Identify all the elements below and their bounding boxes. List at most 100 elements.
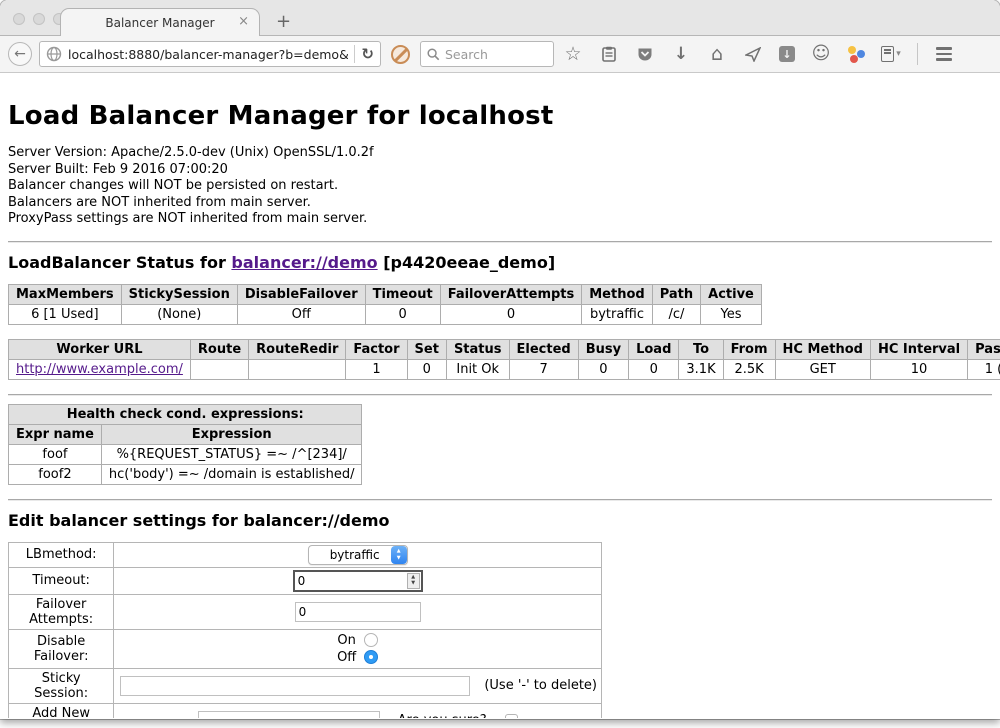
lbmethod-select[interactable]: bytraffic ▲▼ — [308, 545, 408, 565]
browser-window: Balancer Manager × + ← localhost:8880/ba… — [0, 0, 1000, 719]
sticky-session-row: Sticky Session: (Use '-' to delete) — [9, 668, 602, 703]
table-row: foof %{REQUEST_STATUS} =~ /^[234]/ — [9, 444, 362, 464]
col-load: Load — [629, 339, 679, 359]
tab-balancer-manager[interactable]: Balancer Manager × — [60, 8, 260, 36]
extension-dots-icon[interactable] — [847, 45, 865, 63]
tab-close-icon[interactable]: × — [238, 14, 249, 29]
timeout-label: Timeout: — [9, 567, 114, 594]
worker-row: http://www.example.com/ 1 0 Init Ok 7 0 … — [9, 359, 1000, 379]
col-route: Route — [190, 339, 248, 359]
table-row: foof2 hc('body') =~ /domain is establish… — [9, 464, 362, 484]
col-busy: Busy — [578, 339, 628, 359]
worker-table: Worker URL Route RouteRedir Factor Set S… — [8, 339, 1000, 380]
reload-icon[interactable]: ↻ — [361, 45, 376, 63]
downloads-icon[interactable]: ↓ — [671, 44, 691, 64]
disable-failover-label: Disable Failover: — [9, 629, 114, 668]
col-from: From — [723, 339, 775, 359]
minimize-window-button[interactable] — [33, 13, 45, 25]
persist-note-line: Balancer changes will NOT be persisted o… — [8, 178, 992, 195]
timeout-input-wrap: ▲▼ — [293, 570, 423, 592]
loadbalancer-status-heading: LoadBalancer Status for balancer://demo … — [8, 253, 992, 272]
health-check-table: Health check cond. expressions: Expr nam… — [8, 404, 362, 485]
col-stickysession: StickySession — [121, 284, 237, 304]
divider — [8, 499, 992, 501]
col-path: Path — [652, 284, 700, 304]
col-failoverattempts: FailoverAttempts — [440, 284, 582, 304]
server-version-line: Server Version: Apache/2.5.0-dev (Unix) … — [8, 145, 992, 162]
disable-failover-row: Disable Failover: On Off — [9, 629, 602, 668]
col-routeredir: RouteRedir — [249, 339, 346, 359]
col-disablefailover: DisableFailover — [237, 284, 365, 304]
save-to-device-icon[interactable]: ↓ — [779, 46, 795, 62]
col-worker-url: Worker URL — [9, 339, 191, 359]
are-you-sure-label: Are you sure? — [398, 713, 487, 718]
col-hc-interval: HC Interval — [870, 339, 967, 359]
new-tab-button[interactable]: + — [276, 13, 291, 31]
failover-attempts-input[interactable] — [295, 602, 421, 622]
server-info: Server Version: Apache/2.5.0-dev (Unix) … — [8, 145, 992, 228]
send-tab-icon[interactable] — [743, 44, 763, 64]
table-subheader-row: Expr name Expression — [9, 424, 362, 444]
server-built-line: Server Built: Feb 9 2016 07:00:20 — [8, 162, 992, 179]
containers-icon[interactable]: ▾ — [881, 44, 901, 64]
add-worker-input[interactable] — [198, 711, 380, 719]
on-radio[interactable] — [364, 633, 378, 647]
browser-tab-bar: Balancer Manager × + — [0, 0, 1000, 36]
worker-url-link[interactable]: http://www.example.com/ — [16, 362, 183, 377]
window-controls[interactable] — [13, 13, 65, 25]
proxypass-note-line: ProxyPass settings are NOT inherited fro… — [8, 211, 992, 228]
url-bar[interactable]: localhost:8880/balancer-manager?b=demo&n… — [39, 41, 381, 67]
inherit-note-line: Balancers are NOT inherited from main se… — [8, 195, 992, 212]
timeout-input[interactable] — [298, 574, 407, 588]
search-bar[interactable] — [420, 41, 554, 67]
col-active: Active — [701, 284, 762, 304]
balancer-settings-form: LBmethod: bytraffic ▲▼ Timeout: ▲▼ — [8, 542, 602, 719]
search-icon — [427, 48, 440, 61]
lbmethod-row: LBmethod: bytraffic ▲▼ — [9, 542, 602, 567]
toolbar-icons: ☆ ↓ ⌂ ↓ ☺ ▾ — [561, 43, 992, 65]
table-header-row: MaxMembers StickySession DisableFailover… — [9, 284, 762, 304]
feedback-smiley-icon[interactable]: ☺ — [811, 44, 831, 64]
on-radio-label: On — [337, 632, 355, 649]
close-window-button[interactable] — [13, 13, 25, 25]
page-title: Load Balancer Manager for localhost — [8, 101, 992, 131]
balancer-demo-link[interactable]: balancer://demo — [231, 253, 377, 272]
reading-list-icon[interactable] — [599, 44, 619, 64]
are-you-sure-checkbox[interactable] — [505, 714, 518, 718]
col-elected: Elected — [509, 339, 578, 359]
number-stepper-icon[interactable]: ▲▼ — [407, 573, 420, 589]
tab-title: Balancer Manager — [105, 16, 214, 30]
col-set: Set — [407, 339, 446, 359]
select-stepper-icon: ▲▼ — [391, 546, 407, 564]
add-worker-label: Add New Worker: — [9, 703, 114, 718]
divider — [8, 394, 992, 396]
sticky-session-hint: (Use '-' to delete) — [484, 678, 597, 693]
col-timeout: Timeout — [365, 284, 440, 304]
sticky-session-input[interactable] — [120, 676, 470, 696]
toolbar-separator — [917, 43, 918, 65]
url-text[interactable]: localhost:8880/balancer-manager?b=demo&n… — [68, 47, 348, 62]
menu-hamburger-icon[interactable] — [934, 44, 954, 64]
tiles-grid-icon[interactable] — [970, 44, 990, 64]
content-blocker-icon[interactable] — [391, 45, 410, 64]
col-to: To — [679, 339, 723, 359]
bookmark-star-icon[interactable]: ☆ — [563, 44, 583, 64]
search-input[interactable] — [445, 47, 535, 62]
url-divider — [354, 45, 355, 63]
back-button[interactable]: ← — [8, 42, 32, 66]
browser-toolbar: ← localhost:8880/balancer-manager?b=demo… — [0, 36, 1000, 73]
col-passes: Passes — [968, 339, 1000, 359]
edit-settings-heading: Edit balancer settings for balancer://de… — [8, 511, 992, 530]
off-radio[interactable] — [364, 650, 378, 664]
health-table-title: Health check cond. expressions: — [9, 404, 362, 424]
home-icon[interactable]: ⌂ — [707, 44, 727, 64]
off-radio-label: Off — [337, 649, 356, 666]
divider — [8, 241, 992, 243]
site-identity-globe-icon[interactable] — [46, 46, 62, 62]
col-expr-name: Expr name — [9, 424, 102, 444]
status-heading-prefix: LoadBalancer Status for — [8, 253, 231, 272]
table-header-row: Health check cond. expressions: — [9, 404, 362, 424]
pocket-icon[interactable] — [635, 44, 655, 64]
col-expression: Expression — [101, 424, 362, 444]
lbmethod-label: LBmethod: — [9, 542, 114, 567]
